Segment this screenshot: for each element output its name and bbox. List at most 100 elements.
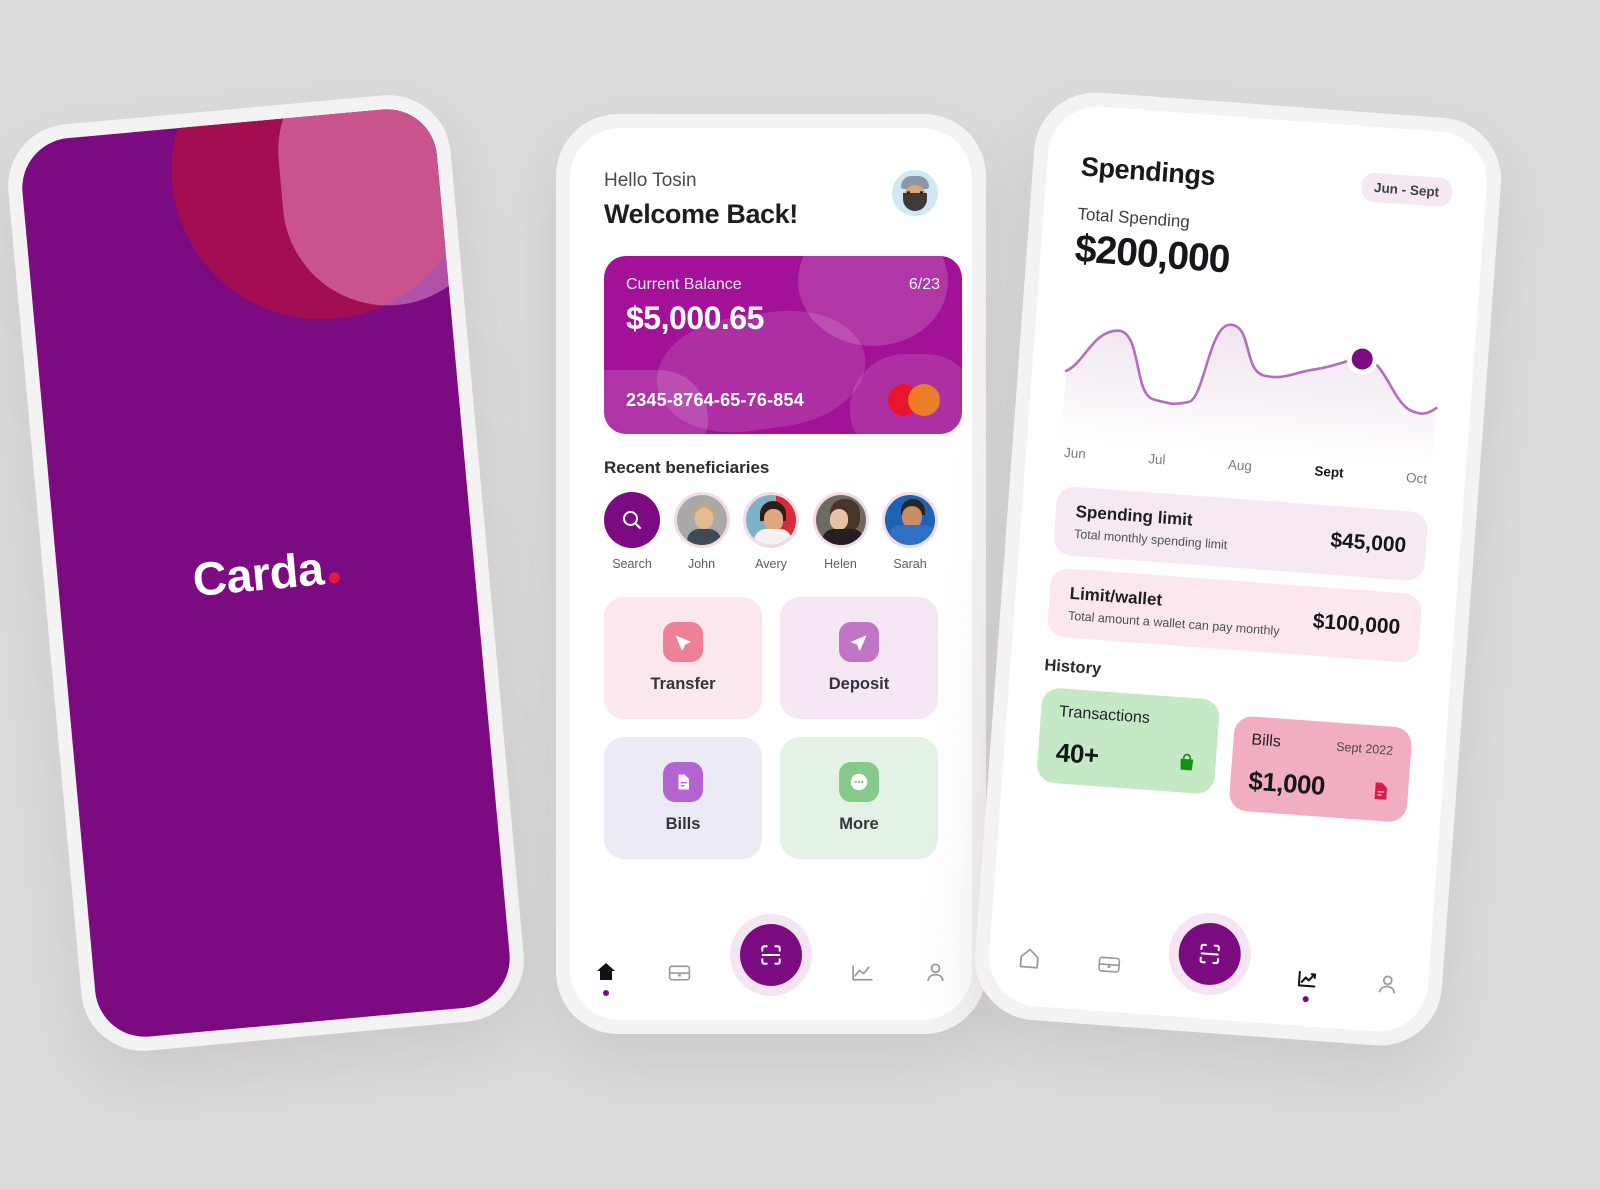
greeting-large: Welcome Back! (604, 199, 798, 229)
nav-item-profile[interactable] (1364, 961, 1411, 1008)
limit-amount: $45,000 (1329, 528, 1408, 557)
action-tile-label: Deposit (828, 675, 890, 693)
axis-tick-oct[interactable]: Oct (1406, 470, 1428, 486)
document-icon (663, 762, 703, 802)
active-indicator-dot (603, 990, 610, 996)
action-tile-label: Transfer (650, 675, 716, 693)
nav-item-wallet[interactable] (1086, 940, 1133, 987)
history-cards-row: Transactions 40+ Bills Sept 2022 $1,000 (1035, 687, 1414, 823)
axis-tick-jul[interactable]: Jul (1148, 451, 1166, 467)
spendings-content: Spendings Jun - Sept Total Spending $200… (1001, 103, 1490, 825)
app-logo-text: Carda (190, 541, 326, 607)
axis-tick-sept[interactable]: Sept (1314, 463, 1344, 480)
nav-item-stats[interactable] (1284, 955, 1331, 1003)
page-title: Spendings (1079, 151, 1217, 192)
shopping-bag-icon (1180, 753, 1194, 770)
limit-text-block: Spending limit Total monthly spending li… (1074, 502, 1230, 552)
scan-fab-halo (1165, 910, 1254, 998)
action-tile-more[interactable]: More (780, 737, 938, 859)
scan-icon (761, 945, 781, 965)
beneficiary-avery[interactable]: Avery (743, 492, 799, 571)
scan-button[interactable] (739, 924, 802, 986)
limit-amount: $100,000 (1311, 609, 1402, 639)
limit-card-wallet[interactable]: Limit/wallet Total amount a wallet can p… (1046, 567, 1423, 664)
history-date: Sept 2022 (1335, 739, 1394, 758)
beneficiary-helen[interactable]: Helen (812, 492, 869, 571)
history-value: $1,000 (1247, 765, 1326, 801)
active-indicator-dot (1302, 995, 1310, 1003)
greeting-block: Hello Tosin Welcome Back! (604, 170, 798, 230)
avatar[interactable] (892, 170, 938, 216)
bank-card-primary[interactable]: Current Balance 6/23 $5,000.65 2345-8764… (604, 256, 962, 434)
scan-icon (1199, 943, 1220, 965)
scan-button[interactable] (1176, 920, 1243, 988)
avatar[interactable] (812, 492, 869, 548)
action-tile-label: Bills (665, 815, 701, 833)
avatar-beard (903, 193, 927, 211)
card-expiry: 6/23 (908, 276, 940, 293)
beneficiary-label: Helen (824, 557, 857, 571)
avatar-eyes (907, 191, 923, 194)
avatar[interactable] (743, 492, 799, 548)
beneficiary-label: Avery (755, 557, 787, 571)
history-label: Transactions (1058, 703, 1151, 727)
wallet-icon (1098, 956, 1121, 973)
limit-text-block: Limit/wallet Total amount a wallet can p… (1068, 584, 1282, 638)
splash-screen: Carda (17, 105, 515, 1041)
nav-item-wallet[interactable] (657, 950, 701, 994)
receive-icon (839, 622, 879, 662)
nav-item-home[interactable] (584, 950, 628, 996)
axis-tick-jun[interactable]: Jun (1064, 445, 1087, 462)
beneficiary-sarah[interactable]: Sarah (882, 492, 938, 571)
spendings-screen: Spendings Jun - Sept Total Spending $200… (985, 103, 1491, 1035)
beneficiary-label: Sarah (893, 557, 927, 571)
search-icon[interactable] (604, 492, 660, 548)
beneficiaries-row: Search John Avery Helen Sarah (604, 492, 938, 571)
phone-home-mockup: Hello Tosin Welcome Back! Current Balanc… (556, 114, 986, 1034)
card-balance-label: Current Balance (626, 276, 742, 293)
action-tile-label: More (839, 815, 879, 833)
nav-item-home[interactable] (1006, 934, 1053, 981)
nav-item-profile[interactable] (914, 950, 958, 994)
mastercard-logo-icon (888, 384, 940, 416)
brand-dot-icon (328, 571, 341, 584)
chart-icon (852, 964, 874, 981)
ellipsis-icon (839, 762, 879, 802)
avatar[interactable] (882, 492, 938, 548)
person-icon (927, 962, 944, 981)
nav-item-stats[interactable] (841, 950, 885, 994)
home-screen: Hello Tosin Welcome Back! Current Balanc… (570, 128, 972, 1020)
scan-fab-halo (729, 914, 812, 996)
bottom-navigation (985, 906, 1432, 1035)
avatar[interactable] (673, 492, 730, 548)
home-icon (1019, 948, 1039, 969)
person-icon (1378, 975, 1396, 994)
card-carousel[interactable]: Current Balance 6/23 $5,000.65 2345-8764… (604, 256, 962, 434)
mockup-stage: Carda Hello Tosin Welcome Back! Current … (0, 0, 1600, 1189)
action-tile-deposit[interactable]: Deposit (780, 597, 938, 719)
axis-tick-aug[interactable]: Aug (1227, 457, 1252, 474)
action-tile-bills[interactable]: Bills (604, 737, 762, 859)
spendings-header: Spendings Jun - Sept (1079, 151, 1454, 209)
card-number: 2345-8764-65-76-854 (626, 389, 804, 410)
action-tile-transfer[interactable]: Transfer (604, 597, 762, 719)
history-card-transactions[interactable]: Transactions 40+ (1035, 687, 1221, 795)
chart-trend-icon (1297, 970, 1316, 987)
card-balance-value: $5,000.65 (626, 300, 764, 336)
home-icon (597, 963, 616, 980)
document-icon (1374, 781, 1388, 800)
greeting-row: Hello Tosin Welcome Back! (604, 170, 938, 230)
home-content: Hello Tosin Welcome Back! Current Balanc… (570, 128, 972, 859)
chart-marker-layer (1061, 293, 1443, 470)
history-value: 40+ (1054, 737, 1100, 771)
beneficiary-label: John (687, 557, 716, 571)
date-range-pill[interactable]: Jun - Sept (1360, 172, 1454, 208)
spending-line-chart[interactable] (1060, 293, 1443, 470)
limits-section: Spending limit Total monthly spending li… (1046, 485, 1429, 664)
history-label: Bills (1250, 731, 1282, 751)
beneficiary-search[interactable]: Search (604, 492, 660, 571)
history-card-bills[interactable]: Bills Sept 2022 $1,000 (1228, 715, 1413, 823)
beneficiary-label: Search (612, 557, 652, 571)
limit-card-spending[interactable]: Spending limit Total monthly spending li… (1052, 485, 1429, 582)
beneficiary-john[interactable]: John (673, 492, 730, 571)
